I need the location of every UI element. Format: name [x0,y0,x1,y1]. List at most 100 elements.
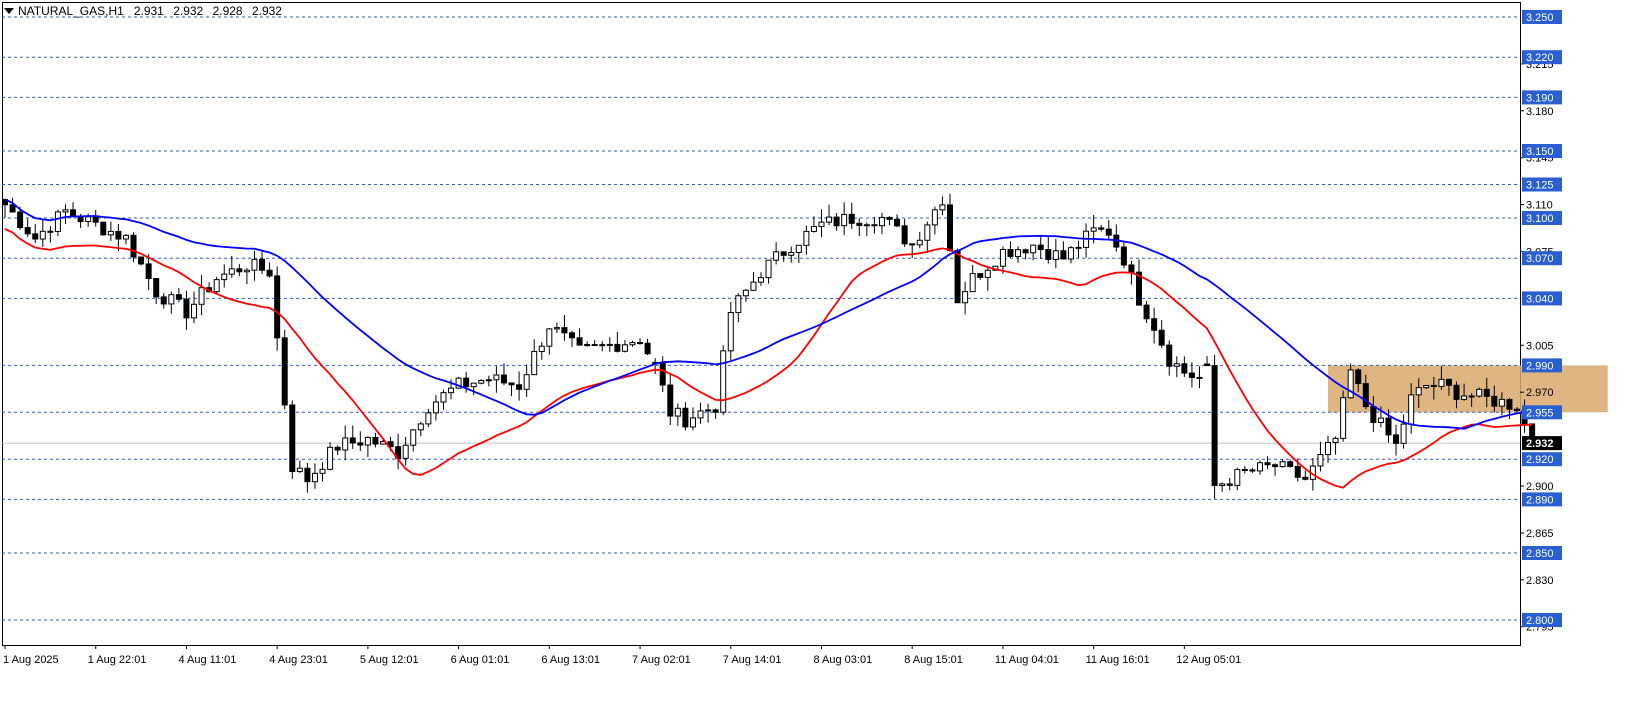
candle-body[interactable] [1067,247,1074,260]
candle-body[interactable] [1370,406,1377,423]
candle-body[interactable] [183,298,190,319]
candle-body[interactable] [1287,461,1294,467]
candle-body[interactable] [1060,250,1067,260]
candle-body[interactable] [1302,476,1309,480]
candle-body[interactable] [848,213,855,224]
candle-body[interactable] [24,227,31,235]
candle-body[interactable] [576,337,583,346]
candle-body[interactable] [954,249,961,304]
candle-body[interactable] [425,412,432,425]
candle-body[interactable] [1453,384,1460,400]
candle-body[interactable] [463,377,470,388]
candle-body[interactable] [1408,394,1415,425]
candle-body[interactable] [735,295,742,314]
candle-body[interactable] [712,409,719,413]
candle-body[interactable] [1211,365,1218,487]
candle-body[interactable] [1340,397,1347,439]
candle-body[interactable] [1325,441,1331,456]
candle-body[interactable] [1355,369,1362,385]
candle-body[interactable] [259,258,266,271]
candle-body[interactable] [999,249,1006,267]
candle-body[interactable] [17,211,24,229]
candle-body[interactable] [1476,388,1483,397]
candle-body[interactable] [886,216,893,220]
candle-body[interactable] [221,273,228,281]
candle-body[interactable] [810,226,817,232]
candle-body[interactable] [841,213,848,227]
candle-body[interactable] [788,251,795,256]
candle-body[interactable] [266,269,273,277]
candle-body[interactable] [1491,395,1498,407]
candle-body[interactable] [85,216,92,222]
candle-body[interactable] [1188,372,1195,378]
candle-body[interactable] [485,379,492,382]
candle-body[interactable] [1445,378,1452,386]
candle-body[interactable] [1317,454,1324,467]
candle-body[interactable] [758,277,764,283]
candle-body[interactable] [1347,369,1354,399]
candle-body[interactable] [1105,228,1112,236]
candle-body[interactable] [1158,329,1165,346]
candle-body[interactable] [614,343,621,352]
candle-body[interactable] [924,224,931,241]
candle-body[interactable] [803,230,810,246]
candle-body[interactable] [553,327,560,330]
candle-body[interactable] [327,446,334,470]
candle-body[interactable] [659,361,666,386]
candle-body[interactable] [1196,376,1203,379]
candle-body[interactable] [1151,318,1158,331]
candle-body[interactable] [311,472,318,483]
candle-body[interactable] [1498,398,1505,407]
candle-body[interactable] [1037,244,1044,251]
candle-body[interactable] [198,287,205,305]
candle-body[interactable] [1090,227,1097,232]
candle-body[interactable] [1120,246,1127,266]
candle-body[interactable] [878,216,885,227]
candle-body[interactable] [213,279,220,293]
candle-body[interactable] [1483,388,1490,397]
candle-body[interactable] [1015,249,1022,257]
candle-body[interactable] [674,407,681,417]
candle-body[interactable] [1045,249,1052,260]
candle-body[interactable] [364,436,371,446]
candle-body[interactable] [1128,264,1135,273]
candle-body[interactable] [546,328,553,347]
candle-body[interactable] [145,263,152,280]
candle-body[interactable] [591,344,598,347]
candle-body[interactable] [1166,344,1173,367]
candle-body[interactable] [191,303,197,319]
candle-body[interactable] [1506,398,1513,410]
candle-body[interactable] [584,344,591,347]
candle-body[interactable] [894,218,901,227]
candle-body[interactable] [107,230,114,236]
candle-body[interactable] [274,275,281,339]
candle-body[interactable] [1219,483,1226,487]
candle-body[interactable] [1362,383,1369,408]
candle-body[interactable] [417,423,424,431]
candle-body[interactable] [357,442,364,446]
candle-body[interactable] [1514,408,1520,411]
candle-body[interactable] [1385,417,1392,436]
candle-body[interactable] [931,209,938,226]
candle-body[interactable] [1272,464,1279,468]
candle-body[interactable] [1181,363,1188,374]
candle-body[interactable] [100,221,107,236]
candle-body[interactable] [1294,465,1301,478]
candle-body[interactable] [909,243,916,246]
candle-body[interactable] [349,437,356,444]
candle-body[interactable] [470,382,477,388]
candle-body[interactable] [1400,423,1407,444]
candle-body[interactable] [296,467,303,472]
candle-body[interactable] [795,244,802,253]
candle-body[interactable] [1226,483,1233,486]
candle-body[interactable] [538,345,545,352]
candle-body[interactable] [818,221,825,228]
candle-body[interactable] [871,224,878,227]
candle-body[interactable] [304,467,311,483]
candle-body[interactable] [939,204,946,211]
candle-body[interactable] [727,312,734,352]
candle-body[interactable] [236,268,243,273]
candle-body[interactable] [1393,434,1400,444]
candle-body[interactable] [32,233,39,240]
candle-body[interactable] [410,429,417,446]
